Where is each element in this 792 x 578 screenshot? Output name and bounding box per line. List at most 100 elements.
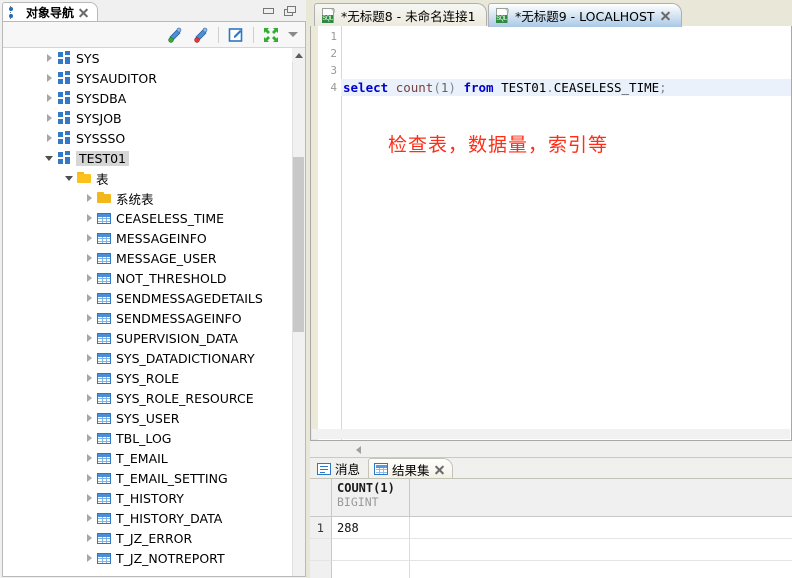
tab-result-set[interactable]: 结果集 [368, 458, 453, 479]
chevron-right-icon[interactable] [81, 548, 97, 568]
tree-item-T_EMAIL[interactable]: T_EMAIL [3, 448, 305, 468]
tree-scrollbar-thumb[interactable] [293, 157, 304, 332]
edit-icon[interactable] [224, 24, 248, 46]
tree-item-SYS_USER[interactable]: SYS_USER [3, 408, 305, 428]
tree-item-SYS_ROLE[interactable]: SYS_ROLE [3, 368, 305, 388]
maximize-icon[interactable] [284, 5, 298, 17]
menu-chevron-down-icon[interactable] [285, 24, 301, 46]
sql-semicolon: ; [659, 80, 667, 95]
chevron-right-icon[interactable] [81, 268, 97, 288]
chevron-right-icon[interactable] [81, 468, 97, 488]
chevron-right-icon[interactable] [81, 368, 97, 388]
close-icon[interactable] [78, 7, 89, 18]
chevron-right-icon[interactable] [81, 348, 97, 368]
folder-icon [97, 191, 112, 205]
chevron-left-icon[interactable] [350, 443, 366, 457]
tree-item-T_JZ_ERROR[interactable]: T_JZ_ERROR [3, 528, 305, 548]
tree-item-label: SENDMESSAGEDETAILS [116, 290, 263, 306]
tree-item-SYSAUDITOR[interactable]: SYSAUDITOR [3, 68, 305, 88]
tree-item-MESSAGEINFO[interactable]: MESSAGEINFO [3, 228, 305, 248]
disconnect-icon[interactable] [189, 24, 213, 46]
object-tree[interactable]: SYS SYSAUDITOR SYSDBA SYSJOB SYSSSO TEST01 表系统… [3, 48, 305, 576]
chevron-right-icon[interactable] [81, 528, 97, 548]
tab-object-navigator[interactable]: 对象导航 [2, 2, 99, 22]
tree-item-T_JZ_NOTREPORT[interactable]: T_JZ_NOTREPORT [3, 548, 305, 568]
tree-scrollbar[interactable] [292, 48, 305, 576]
table-row[interactable]: 1 288 [310, 517, 792, 539]
tree-item-系统表[interactable]: 系统表 [3, 188, 305, 208]
tree-item-label: SYS_ROLE [116, 370, 180, 386]
sql-editor[interactable]: 1 2 3 4 select count(1) from TEST01.CEAS… [310, 26, 792, 441]
cell-empty[interactable] [332, 539, 410, 561]
table-row[interactable] [310, 539, 792, 561]
tree-item-SYS[interactable]: SYS [3, 48, 305, 68]
table-icon [97, 491, 112, 505]
tree-item-SYSSSO[interactable]: SYSSSO [3, 128, 305, 148]
sql-statement-line[interactable]: select count(1) from TEST01.CEASELESS_TI… [341, 79, 791, 96]
result-grid-header: COUNT(1) BIGINT [310, 479, 792, 517]
collapse-all-icon[interactable] [259, 24, 283, 46]
chevron-right-icon[interactable] [81, 248, 97, 268]
chevron-down-icon[interactable] [41, 148, 57, 168]
scroll-up-icon[interactable] [292, 48, 305, 62]
tree-item-SYS_ROLE_RESOURCE[interactable]: SYS_ROLE_RESOURCE [3, 388, 305, 408]
results-panel: 消息 结果集 COUNT(1) BIGINT 1 288 [310, 458, 792, 578]
tree-rows-container: SYS SYSAUDITOR SYSDBA SYSJOB SYSSSO TEST01 表系统… [3, 48, 305, 568]
tree-item-TBL_LOG[interactable]: TBL_LOG [3, 428, 305, 448]
tree-item-SUPERVISION_DATA[interactable]: SUPERVISION_DATA [3, 328, 305, 348]
tree-item-T_EMAIL_SETTING[interactable]: T_EMAIL_SETTING [3, 468, 305, 488]
tree-item-CEASELESS_TIME[interactable]: CEASELESS_TIME [3, 208, 305, 228]
chevron-down-icon[interactable] [61, 168, 77, 188]
chevron-right-icon[interactable] [81, 328, 97, 348]
chevron-right-icon[interactable] [81, 408, 97, 428]
tree-item-T_HISTORY[interactable]: T_HISTORY [3, 488, 305, 508]
tree-item-表[interactable]: 表 [3, 168, 305, 188]
chevron-right-icon[interactable] [81, 448, 97, 468]
editor-horizontal-scrollbar[interactable] [312, 429, 790, 439]
result-grid[interactable]: COUNT(1) BIGINT 1 288 [310, 478, 792, 578]
chevron-right-icon[interactable] [81, 288, 97, 308]
chevron-right-icon[interactable] [81, 208, 97, 228]
table-icon [97, 451, 112, 465]
cell-empty[interactable] [332, 561, 410, 578]
cell-count-value[interactable]: 288 [332, 517, 410, 539]
tree-item-TEST01[interactable]: TEST01 [3, 148, 305, 168]
tree-item-SYSJOB[interactable]: SYSJOB [3, 108, 305, 128]
tree-item-MESSAGE_USER[interactable]: MESSAGE_USER [3, 248, 305, 268]
tab-untitled-8[interactable]: SQL *无标题8 - 未命名连接1 [314, 3, 487, 27]
editor-panel: SQL *无标题8 - 未命名连接1 SQL *无标题9 - LOCALHOST… [310, 0, 792, 578]
tree-item-SYSDBA[interactable]: SYSDBA [3, 88, 305, 108]
chevron-right-icon[interactable] [41, 68, 57, 88]
close-icon[interactable] [434, 464, 445, 475]
chevron-right-icon[interactable] [81, 508, 97, 528]
tab-untitled-9[interactable]: SQL *无标题9 - LOCALHOST [488, 3, 682, 27]
line-number: 1 [330, 30, 337, 43]
editor-code-area[interactable]: select count(1) from TEST01.CEASELESS_TI… [341, 28, 791, 440]
close-icon[interactable] [660, 10, 671, 21]
tree-item-label: T_HISTORY [116, 490, 184, 506]
chevron-right-icon[interactable] [41, 108, 57, 128]
chevron-right-icon[interactable] [41, 88, 57, 108]
chevron-right-icon[interactable] [41, 48, 57, 68]
table-icon [97, 391, 112, 405]
tab-messages-label: 消息 [335, 462, 361, 477]
table-row[interactable] [310, 561, 792, 578]
chevron-right-icon[interactable] [81, 308, 97, 328]
tree-item-SENDMESSAGEINFO[interactable]: SENDMESSAGEINFO [3, 308, 305, 328]
chevron-right-icon[interactable] [81, 388, 97, 408]
tab-messages[interactable]: 消息 [312, 458, 367, 479]
chevron-right-icon[interactable] [81, 428, 97, 448]
tab-untitled-9-label: *无标题9 - LOCALHOST [515, 9, 655, 24]
tree-item-NOT_THRESHOLD[interactable]: NOT_THRESHOLD [3, 268, 305, 288]
minimize-icon[interactable] [262, 5, 276, 17]
tree-item-SENDMESSAGEDETAILS[interactable]: SENDMESSAGEDETAILS [3, 288, 305, 308]
chevron-right-icon[interactable] [41, 128, 57, 148]
tree-item-T_HISTORY_DATA[interactable]: T_HISTORY_DATA [3, 508, 305, 528]
chevron-right-icon[interactable] [81, 188, 97, 208]
tree-item-label: SYSSSO [76, 130, 126, 146]
connect-icon[interactable] [163, 24, 187, 46]
chevron-right-icon[interactable] [81, 488, 97, 508]
tree-item-SYS_DATADICTIONARY[interactable]: SYS_DATADICTIONARY [3, 348, 305, 368]
column-header-count[interactable]: COUNT(1) BIGINT [332, 479, 410, 517]
chevron-right-icon[interactable] [81, 228, 97, 248]
